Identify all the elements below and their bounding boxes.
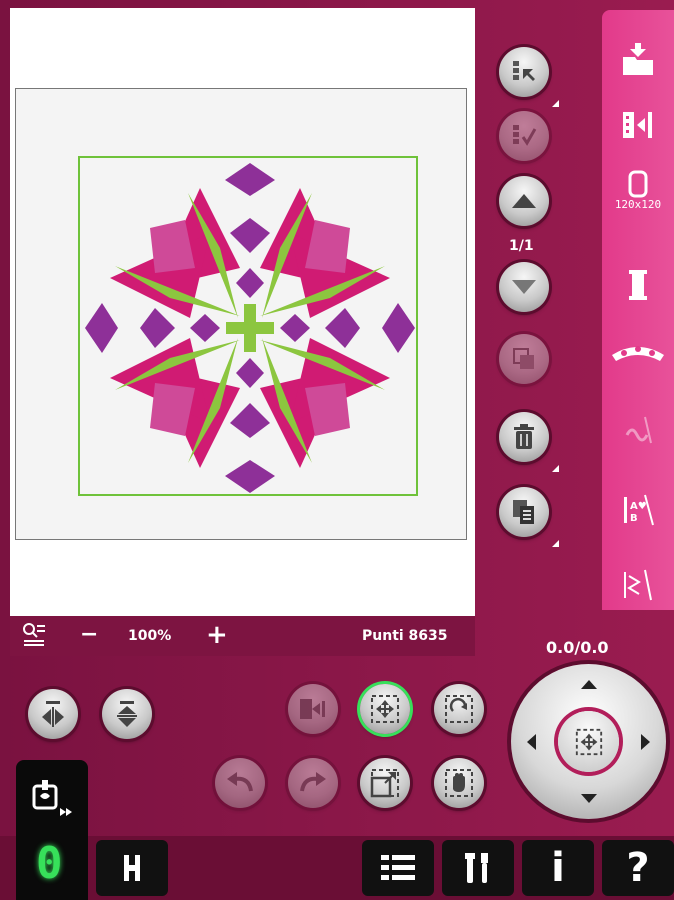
move-right-arrow[interactable] <box>641 734 650 750</box>
zoom-bar: − 100% + Punti 8635 <box>10 616 475 656</box>
select-all-button[interactable] <box>499 111 549 161</box>
embroidery-stitch-out-icon <box>32 780 72 816</box>
hoop-frame-icon <box>124 855 140 881</box>
group-icon <box>513 348 534 369</box>
svg-text:B: B <box>630 513 638 524</box>
previous-design-button[interactable] <box>499 176 549 226</box>
load-design-button[interactable] <box>602 30 674 90</box>
design-page-indicator: 1/1 <box>509 238 534 254</box>
copy-icon <box>513 500 534 524</box>
embroidery-edit-screen: − 100% + Punti 8635 1/1 120x120 A♥ B 0.0… <box>0 0 674 900</box>
monogram-button[interactable]: A♥ B <box>602 480 674 540</box>
delete-button[interactable] <box>499 412 559 472</box>
svg-text:A♥: A♥ <box>630 501 647 512</box>
pan-button[interactable] <box>434 758 484 808</box>
stipple-button[interactable] <box>602 400 674 460</box>
zoom-level: 100% <box>128 628 172 644</box>
list-icon <box>381 855 415 880</box>
mirror-horizontal-icon <box>42 701 64 727</box>
thread-colors-button[interactable] <box>602 255 674 315</box>
duplicate-button[interactable] <box>499 487 559 547</box>
select-check-icon <box>513 125 537 146</box>
undo-icon <box>227 772 253 792</box>
group-button[interactable] <box>499 334 549 384</box>
info-button[interactable]: i <box>522 840 594 896</box>
help-icon: ? <box>626 845 650 891</box>
move-to-hoop-button[interactable] <box>288 684 338 734</box>
shaping-button[interactable] <box>602 325 674 385</box>
move-button[interactable] <box>360 684 410 734</box>
redo-icon <box>300 772 326 792</box>
mirror-horizontal-button[interactable] <box>28 689 78 739</box>
move-icon <box>575 728 602 755</box>
zoom-in-button[interactable]: + <box>206 620 228 650</box>
monogram-icon: A♥B <box>624 494 654 526</box>
stitch-count: Punti 8635 <box>362 628 448 644</box>
scale-button[interactable] <box>360 758 410 808</box>
stitch-edit-button[interactable] <box>602 555 674 615</box>
embroidery-edit-button[interactable] <box>96 840 168 896</box>
quilt-block-design[interactable] <box>72 150 428 506</box>
hoop-size-label: 120x120 <box>614 197 662 211</box>
select-arrow-icon <box>513 61 535 81</box>
chevron-down-icon <box>512 280 536 294</box>
shaping-icon <box>612 346 664 361</box>
embroidery-workspace[interactable] <box>10 8 475 616</box>
mirror-vertical-icon <box>117 701 137 727</box>
mode-indicator-digit: 0 <box>36 838 63 889</box>
move-icon <box>371 695 399 723</box>
spool-icon <box>629 270 647 300</box>
edit-sidebar: 120x120 A♥ B <box>602 10 674 610</box>
undo-button[interactable] <box>215 758 265 808</box>
move-down-arrow[interactable] <box>581 794 597 803</box>
trash-icon <box>514 424 534 449</box>
move-up-arrow[interactable] <box>581 680 597 689</box>
mirror-button[interactable] <box>602 95 674 155</box>
hoop-area <box>15 88 467 540</box>
hoop-icon <box>628 170 648 197</box>
scale-icon <box>370 769 399 798</box>
quick-help-button[interactable]: ? <box>602 840 674 896</box>
hand-icon <box>445 769 473 797</box>
position-readout: 0.0/0.0 <box>546 638 609 657</box>
stitch-edit-icon <box>624 569 652 601</box>
settings-button[interactable] <box>442 840 514 896</box>
embroidery-mode-panel[interactable]: 0 <box>16 760 88 900</box>
selection-menu-button[interactable] <box>362 840 434 896</box>
move-left-arrow[interactable] <box>527 734 536 750</box>
move-to-hoop-icon <box>300 699 325 719</box>
chevron-up-icon <box>512 194 536 208</box>
zoom-options-icon[interactable] <box>22 622 46 652</box>
mirror-vertical-button[interactable] <box>102 689 152 739</box>
center-design-button[interactable] <box>558 711 619 772</box>
mirror-icon <box>623 112 652 138</box>
zoom-out-button[interactable]: − <box>80 622 98 647</box>
select-design-button[interactable] <box>499 47 559 107</box>
load-design-icon <box>623 43 653 75</box>
design-bounding-box[interactable] <box>78 156 418 496</box>
rotate-button[interactable] <box>434 684 484 734</box>
tools-icon <box>465 853 488 883</box>
hoop-select-button[interactable]: 120x120 <box>602 160 674 220</box>
rotate-icon <box>445 695 473 723</box>
stipple-icon <box>625 416 652 444</box>
info-icon: i <box>551 845 565 891</box>
position-wheel[interactable] <box>511 664 666 819</box>
next-design-button[interactable] <box>499 262 549 312</box>
redo-button[interactable] <box>288 758 338 808</box>
